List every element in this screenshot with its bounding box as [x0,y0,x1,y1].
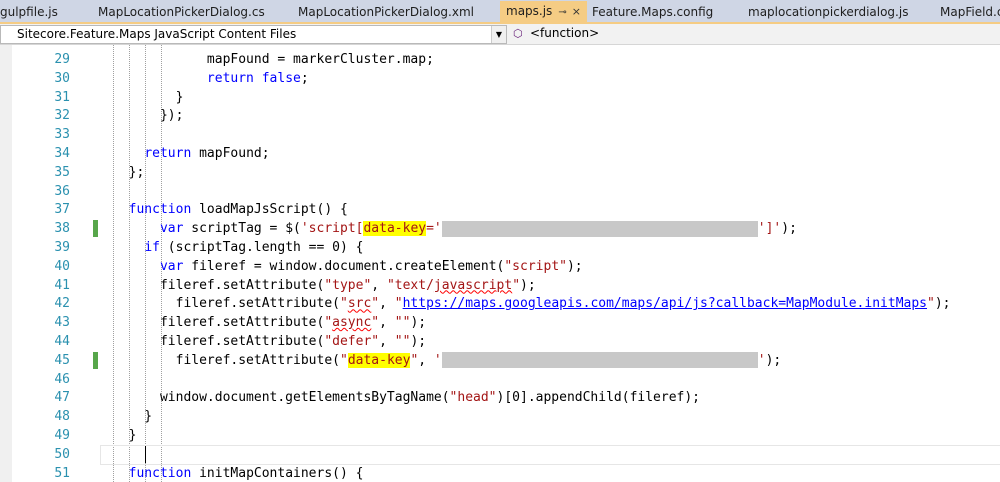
code-text[interactable]: } [113,88,184,107]
code-text[interactable]: fileref.setAttribute("defer", ""); [113,332,426,351]
line-number: 51 [54,465,70,481]
code-line[interactable]: 47 window.document.getElementsByTagName(… [0,388,1000,407]
line-number: 35 [54,164,70,180]
tab-feature-maps-config[interactable]: Feature.Maps.config [592,3,713,21]
line-number: 49 [54,428,70,443]
redacted-value [441,352,758,369]
line-number: 41 [54,277,70,293]
document-tab-bar: gulpfile.js MapLocationPickerDialog.cs M… [0,0,1000,24]
code-line[interactable]: 34 return mapFound; [0,144,1000,163]
line-number: 34 [54,146,70,161]
navigation-bar: Sitecore.Feature.Maps JavaScript Content… [0,24,1000,45]
code-text[interactable]: function loadMapJsScript() { [113,200,348,219]
line-number: 46 [54,371,70,387]
code-text[interactable]: fileref.setAttribute("async", ""); [113,313,426,332]
line-number: 38 [54,221,70,237]
chevron-down-icon[interactable]: ▼ [491,26,506,43]
code-line[interactable]: 33 [0,125,1000,144]
line-number: 44 [54,334,70,349]
code-line[interactable]: 43 fileref.setAttribute("async", ""); [0,313,1000,332]
code-line[interactable]: 38 var scriptTag = $('script[data-key=' '… [0,219,1000,238]
code-text[interactable]: } [113,426,137,445]
code-text[interactable]: return false; [113,69,309,88]
code-line[interactable]: 42 fileref.setAttribute("src", "https://… [0,294,1000,313]
line-number: 43 [54,315,70,331]
tab-maplocationpickerdialog-cs[interactable]: MapLocationPickerDialog.cs [98,3,265,21]
tab-maplocationpickerdialog-xml[interactable]: MapLocationPickerDialog.xml [298,3,474,21]
line-number: 42 [54,296,70,312]
code-line[interactable]: 30 return false; [0,69,1000,88]
change-marker [93,220,98,238]
code-line[interactable]: 44 fileref.setAttribute("defer", ""); [0,332,1000,351]
tab-mapfield[interactable]: MapField.c [940,3,1000,21]
close-icon[interactable]: × [572,5,581,18]
change-marker [93,351,98,369]
code-line[interactable]: 41 fileref.setAttribute("type", "text/ja… [0,276,1000,295]
code-line[interactable]: 36 [0,182,1000,201]
line-number: 30 [54,70,70,86]
code-text[interactable]: } [113,407,152,426]
code-text[interactable]: }; [113,163,145,182]
code-line[interactable]: 45 fileref.setAttribute("data-key", ' '); [0,351,1000,370]
line-number: 33 [54,127,70,143]
code-text[interactable]: }); [113,106,184,125]
line-number: 31 [54,89,70,105]
code-text[interactable]: return mapFound; [113,144,269,163]
code-editor[interactable]: 29 mapFound = markerCluster.map; 30 retur… [0,45,1000,482]
tab-gulpfile[interactable]: gulpfile.js [0,3,58,21]
tab-maplocationpickerdialog-js[interactable]: maplocationpickerdialog.js [748,3,908,21]
line-number: 36 [54,183,70,199]
line-number: 48 [54,409,70,425]
code-line[interactable]: 31 } [0,88,1000,107]
code-line[interactable]: 51 function initMapContainers() { [0,464,1000,482]
code-text[interactable]: fileref.setAttribute("src", "https://map… [113,294,951,313]
tab-maps-js[interactable]: maps.js ⊸ × [500,1,587,22]
tab-label: maps.js [506,4,553,18]
member-dropdown[interactable]: ⬡ <function> [509,25,1000,42]
function-cube-icon: ⬡ [513,27,523,40]
line-number: 45 [54,352,70,368]
code-text[interactable]: var scriptTag = $('script[data-key=' ']')… [113,219,797,238]
code-line[interactable]: 32 }); [0,106,1000,125]
current-line-highlight [100,444,1000,465]
highlighted-text: data-key [363,221,427,237]
code-text[interactable]: fileref.setAttribute("data-key", ' '); [113,351,781,370]
code-line[interactable]: 39 if (scriptTag.length == 0) { [0,238,1000,257]
code-line[interactable]: 29 mapFound = markerCluster.map; [0,50,1000,69]
line-number: 32 [54,108,70,124]
code-line[interactable]: 49 } [0,426,1000,445]
line-number: 40 [54,258,70,274]
project-dropdown[interactable]: Sitecore.Feature.Maps JavaScript Content… [0,25,507,44]
code-line[interactable]: 46 [0,370,1000,389]
url-link[interactable]: https://maps.googleapis.com/maps/api/js?… [403,296,927,311]
code-line[interactable]: 40 var fileref = window.document.createE… [0,257,1000,276]
pin-icon[interactable]: ⊸ [558,7,566,18]
redacted-value [441,220,758,237]
code-text[interactable]: if (scriptTag.length == 0) { [113,238,363,257]
code-line[interactable]: 35 }; [0,163,1000,182]
line-number: 39 [54,240,70,255]
code-text[interactable]: window.document.getElementsByTagName("he… [113,388,700,407]
code-text[interactable]: mapFound = markerCluster.map; [113,50,434,69]
code-text[interactable]: var fileref = window.document.createElem… [113,257,583,276]
text-caret [145,445,146,463]
line-number: 47 [54,390,70,406]
code-text[interactable]: function initMapContainers() { [113,464,364,482]
highlighted-text: data-key [347,352,411,368]
code-line[interactable]: 37 function loadMapJsScript() { [0,200,1000,219]
code-line[interactable]: 48 } [0,407,1000,426]
line-number: 29 [54,52,70,67]
line-number: 37 [54,202,70,218]
project-label: Sitecore.Feature.Maps JavaScript Content… [17,27,297,41]
code-text[interactable]: fileref.setAttribute("type", "text/javas… [113,276,536,295]
code-line[interactable]: 50 [0,444,1000,465]
member-label: <function> [530,26,600,40]
line-number: 50 [54,446,70,462]
